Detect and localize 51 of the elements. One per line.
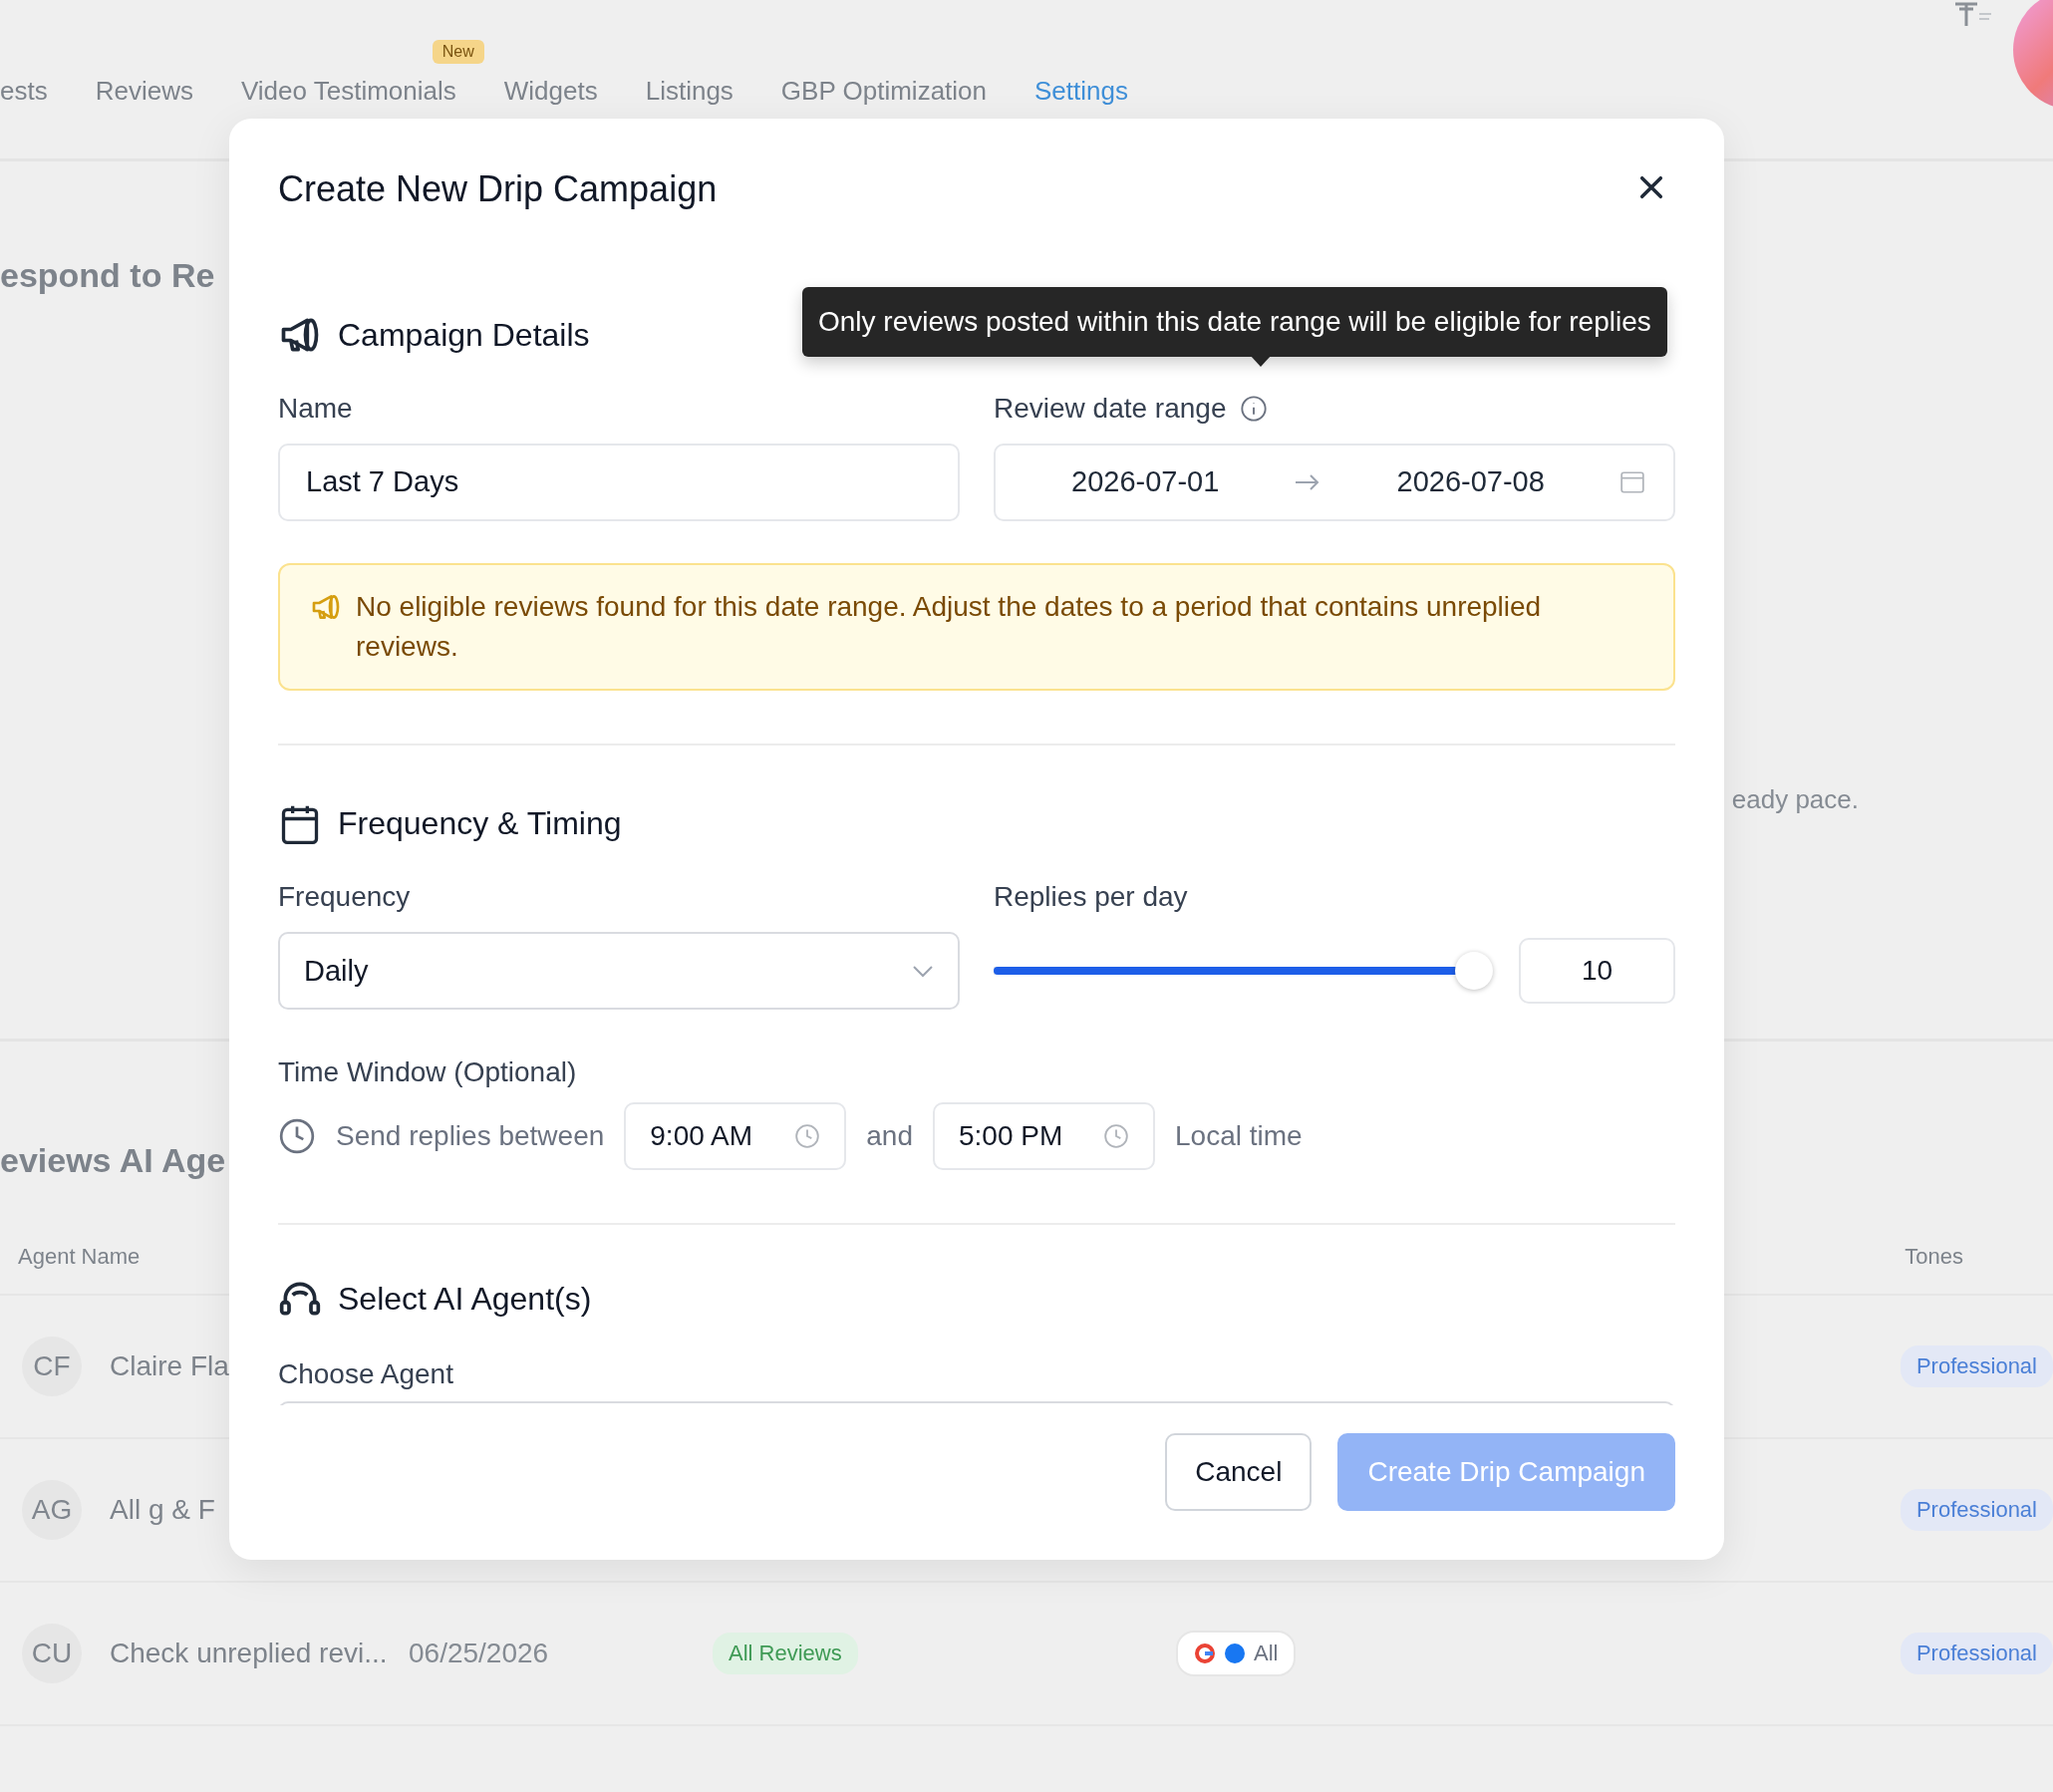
channel-label: All [1254, 1641, 1279, 1666]
page-heading: espond to Re [0, 256, 215, 296]
field-label: Frequency [278, 881, 411, 913]
end-time-field[interactable]: 5:00 PM [933, 1102, 1155, 1171]
section-heading: Select AI Agent(s) [338, 1280, 592, 1318]
start-time-field[interactable]: 9:00 AM [624, 1102, 847, 1171]
tooltip: Only reviews posted within this date range will be eligible for replies [802, 287, 1667, 357]
description-text: eady pace. [1731, 784, 1859, 816]
dialog-title: Create New Drip Campaign [278, 168, 718, 210]
clock-icon [1103, 1123, 1129, 1150]
agent-name: Claire Fla [110, 1350, 229, 1382]
start-date[interactable]: 2026-07-01 [1071, 465, 1220, 499]
agent-name: Check unreplied revi... [110, 1638, 389, 1669]
tone-pill: Professional [1900, 1345, 2053, 1387]
filter-tag: All Reviews [713, 1633, 858, 1674]
end-date[interactable]: 2026-07-08 [1396, 465, 1545, 499]
tone-pill: Professional [1900, 1489, 2053, 1531]
cancel-button[interactable]: Cancel [1165, 1433, 1313, 1511]
new-badge: New [432, 40, 484, 64]
name-input[interactable]: Last 7 Days [278, 443, 960, 521]
clock-icon [278, 1117, 316, 1156]
column-header: Tones [1905, 1244, 1963, 1270]
time-label: Send replies between [336, 1120, 605, 1153]
column-header: Agent Name [18, 1244, 141, 1270]
number-input[interactable]: 10 [1519, 938, 1675, 1004]
frequency-select[interactable]: Daily [278, 932, 960, 1010]
section-heading: Campaign Details [338, 316, 590, 354]
field-label: Choose Agent [278, 1358, 453, 1391]
info-icon[interactable] [1240, 394, 1269, 423]
clock-icon [794, 1123, 821, 1150]
agent-initials: AG [22, 1480, 82, 1540]
field-label: Replies per day [994, 881, 1188, 913]
chevron-down-icon [912, 964, 934, 978]
google-icon [1194, 1643, 1216, 1664]
section-heading: Frequency & Timing [338, 805, 622, 843]
tone-pill: Professional [1900, 1633, 2053, 1674]
facebook-icon [1224, 1643, 1246, 1664]
field-label: Name [278, 392, 353, 425]
alert-message: No eligible reviews found for this date range. Adjust the dates to a period that contains unreplied reviews. [356, 589, 1543, 664]
date-range-field[interactable]: 2026-07-01 2026-07-08 [994, 443, 1675, 521]
agent-name: All g & F [110, 1494, 215, 1526]
date-cell-text: 06/25/2026 [409, 1638, 550, 1669]
field-label: Time Window (Optional) [278, 1055, 577, 1088]
section-heading: eviews AI Age [0, 1141, 227, 1180]
tooltip-arrow [1250, 355, 1272, 367]
field-label: Review date range [994, 392, 1227, 425]
slider-handle[interactable] [1455, 952, 1494, 990]
agent-initials: CU [22, 1624, 82, 1683]
and-label: and [866, 1120, 913, 1153]
agent-initials: CF [22, 1337, 82, 1396]
timezone-label: Local time [1175, 1120, 1303, 1153]
